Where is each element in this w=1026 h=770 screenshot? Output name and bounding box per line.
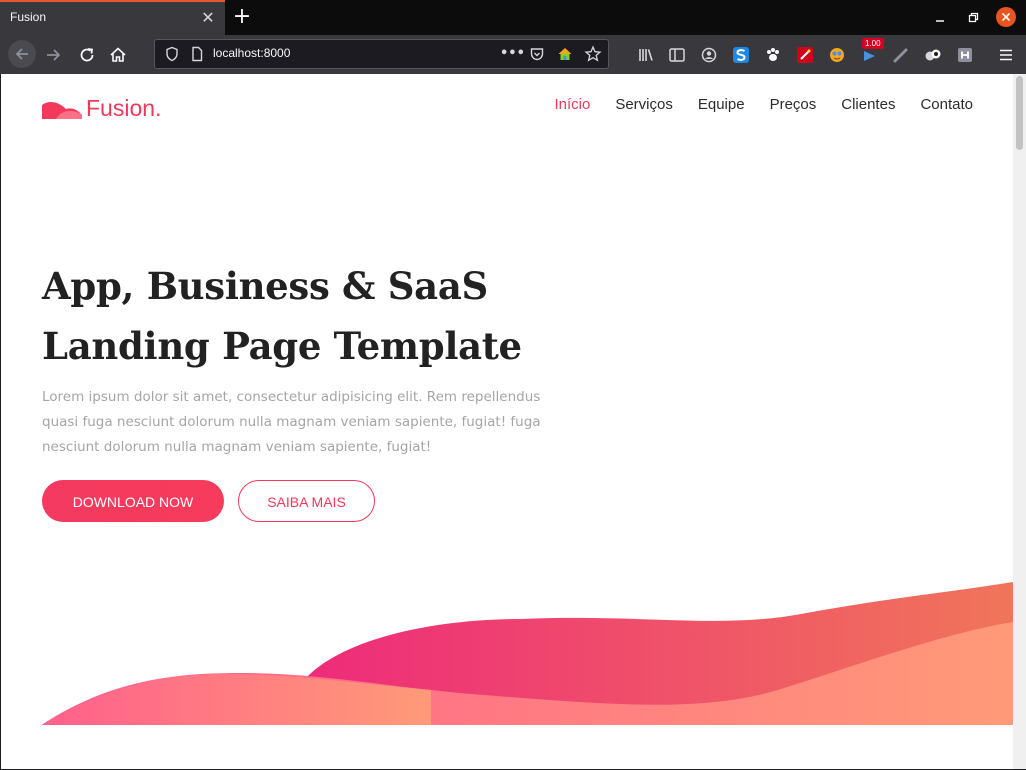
page-actions-icon[interactable]: ••• <box>500 45 525 63</box>
close-tab-icon[interactable]: ✕ <box>200 8 216 28</box>
tab-title: Fusion <box>10 10 47 24</box>
page-viewport: Fusion. Início Serviços Equipe Preços Client… <box>1 74 1013 769</box>
new-tab-button[interactable]: + <box>231 3 253 31</box>
nav-link-precos[interactable]: Preços <box>770 96 817 114</box>
hero-title-line-1: App, Business & SaaS <box>42 264 488 308</box>
s-extension-icon[interactable] <box>729 43 753 67</box>
home-icon[interactable] <box>106 43 130 67</box>
star-icon[interactable] <box>584 45 602 63</box>
page-scrollbar[interactable] <box>1013 74 1026 769</box>
h-extension-icon[interactable] <box>953 43 977 67</box>
site-logo[interactable]: Fusion. <box>42 93 192 123</box>
reload-icon[interactable] <box>75 43 99 67</box>
nav-link-clientes[interactable]: Clientes <box>841 96 895 114</box>
magic-wand-extension-icon[interactable] <box>793 43 817 67</box>
hero-title: App, Business & SaaS Landing Page Templa… <box>42 256 602 376</box>
extension-badge: 1.00 <box>862 38 884 49</box>
library-icon[interactable] <box>634 43 658 67</box>
nav-link-contato[interactable]: Contato <box>920 96 973 114</box>
logo-text: Fusion. <box>86 95 162 121</box>
minimize-window-icon[interactable] <box>929 7 951 29</box>
sidebar-icon[interactable] <box>665 43 689 67</box>
page-icon[interactable] <box>188 45 206 63</box>
section-divider <box>1 725 1013 769</box>
face-extension-icon[interactable] <box>825 43 849 67</box>
pencil-extension-icon[interactable] <box>889 43 913 67</box>
browser-tab[interactable]: Fusion ✕ <box>0 0 225 35</box>
main-navigation: Início Serviços Equipe Preços Clientes Contat… <box>529 96 973 114</box>
forward-arrow-icon[interactable] <box>42 43 66 67</box>
shield-icon[interactable] <box>163 45 181 63</box>
account-icon[interactable] <box>697 43 721 67</box>
hero-title-line-2: Landing Page Template <box>42 324 522 368</box>
browser-navigation-bar: localhost:8000 ••• 1.00 <box>0 35 1026 74</box>
scrollbar-thumb[interactable] <box>1016 76 1023 150</box>
paw-extension-icon[interactable] <box>761 43 785 67</box>
logo-wave-icon <box>42 102 82 119</box>
hero-wave-decoration <box>1 582 1013 725</box>
home-extension-icon[interactable] <box>556 45 574 63</box>
pocket-icon[interactable] <box>528 45 546 63</box>
nav-link-inicio[interactable]: Início <box>554 96 590 114</box>
browser-titlebar: Fusion ✕ + <box>0 0 1026 35</box>
toggle-extension-icon[interactable] <box>921 43 945 67</box>
close-window-icon[interactable] <box>996 7 1016 27</box>
back-arrow-icon[interactable] <box>8 40 36 68</box>
restore-window-icon[interactable] <box>962 7 984 29</box>
url-text[interactable]: localhost:8000 <box>213 46 290 60</box>
hamburger-menu-icon[interactable] <box>994 43 1018 67</box>
hero-description: Lorem ipsum dolor sit amet, consectetur … <box>42 389 541 455</box>
nav-link-equipe[interactable]: Equipe <box>698 96 745 114</box>
url-bar[interactable]: localhost:8000 ••• <box>154 39 609 69</box>
nav-link-servicos[interactable]: Serviços <box>615 96 673 114</box>
